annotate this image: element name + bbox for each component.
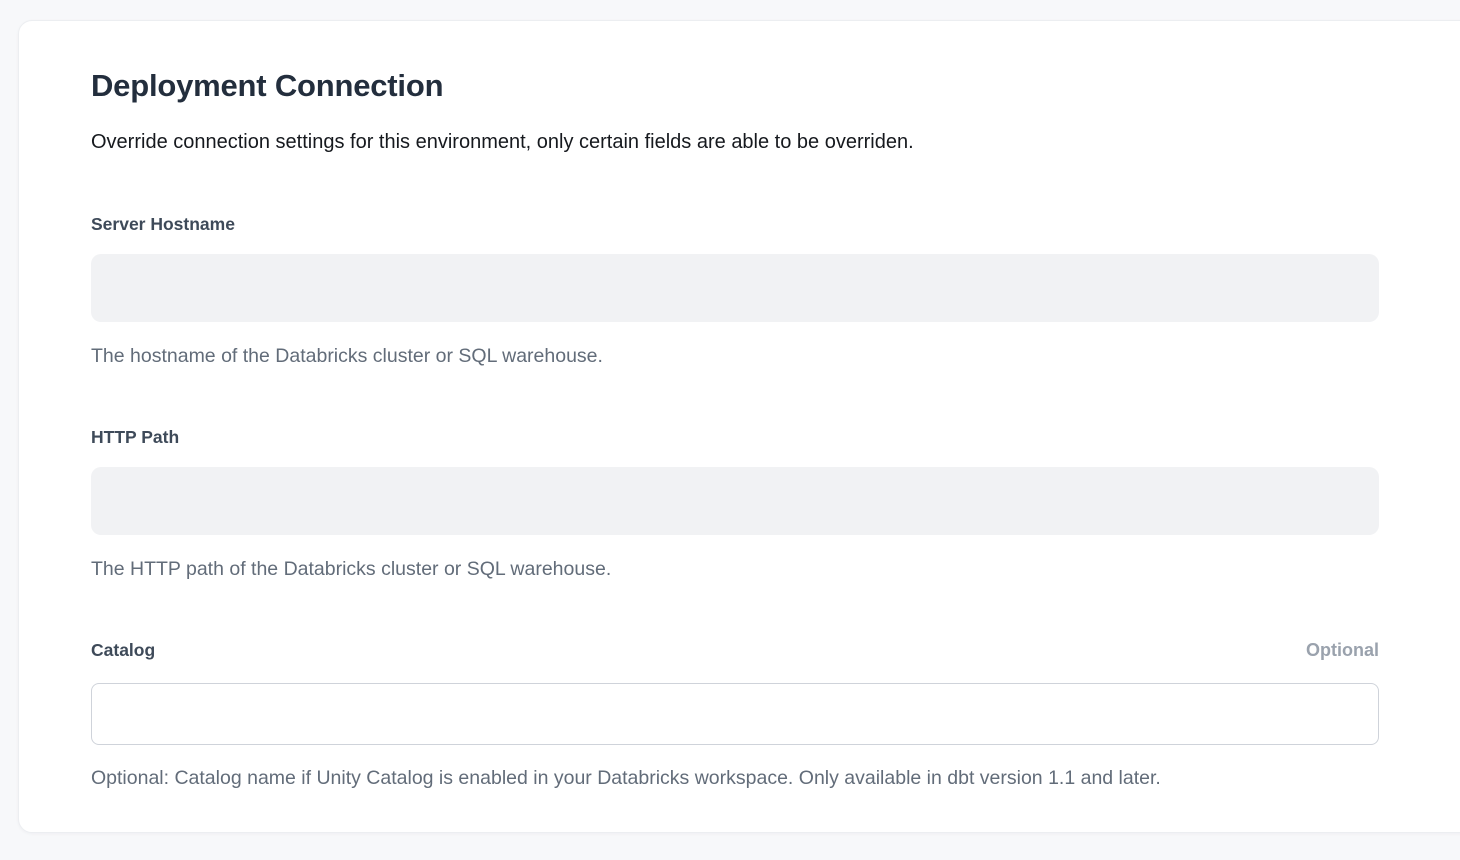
server-hostname-field-group: Server Hostname The hostname of the Data… — [91, 214, 1379, 368]
catalog-optional-tag: Optional — [1306, 640, 1379, 661]
http-path-input — [91, 467, 1379, 535]
page-title: Deployment Connection — [91, 68, 1379, 104]
http-path-label: HTTP Path — [91, 427, 179, 448]
server-hostname-input — [91, 254, 1379, 322]
catalog-input[interactable] — [91, 683, 1379, 745]
http-path-field-group: HTTP Path The HTTP path of the Databrick… — [91, 427, 1379, 581]
server-hostname-help-text: The hostname of the Databricks cluster o… — [91, 344, 1379, 368]
catalog-field-group: Catalog Optional Optional: Catalog name … — [91, 640, 1379, 790]
catalog-help-text: Optional: Catalog name if Unity Catalog … — [91, 766, 1379, 790]
page-subtitle: Override connection settings for this en… — [91, 129, 1379, 155]
deployment-connection-card: Deployment Connection Override connectio… — [18, 20, 1460, 833]
server-hostname-label: Server Hostname — [91, 214, 235, 235]
http-path-help-text: The HTTP path of the Databricks cluster … — [91, 557, 1379, 581]
catalog-label: Catalog — [91, 640, 155, 661]
